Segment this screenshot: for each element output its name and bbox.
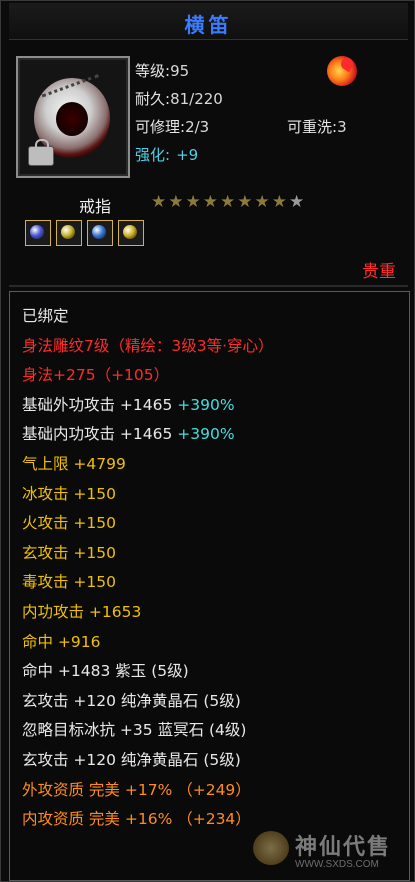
attribute-text: 命中 +916 [22, 632, 101, 651]
blue-gem-icon[interactable] [25, 220, 51, 246]
attribute-text: 玄攻击 +150 [22, 543, 116, 562]
item-icon-frame[interactable] [16, 56, 130, 178]
star-icon: ★ [289, 192, 305, 212]
attribute-line: 基础内功攻击 +1465 +390% [22, 422, 235, 444]
attribute-line: 玄攻击 +150 [22, 541, 116, 563]
watermark-text: 神仙代售 [295, 835, 392, 860]
watermark-logo-icon [253, 831, 289, 865]
level-stat: 等级:95 [135, 60, 189, 81]
attribute-text: 冰攻击 +150 [22, 484, 116, 503]
attribute-line: 气上限 +4799 [22, 452, 126, 474]
attribute-line: 内攻资质 完美 +16% （+234） [22, 807, 251, 829]
attribute-text: 身法雕纹7级（精绘：3级3等·穿心） [22, 336, 274, 355]
attribute-text: 基础内功攻击 +1465 [22, 425, 178, 444]
gem-sockets [25, 220, 144, 246]
attribute-line: 外攻资质 完美 +17% （+249） [22, 778, 251, 800]
attribute-line: 身法+275（+105） [22, 363, 169, 385]
yellow-gem-icon[interactable] [56, 220, 82, 246]
divider [9, 285, 408, 287]
star-icon: ★ [202, 192, 218, 212]
star-icon: ★ [237, 192, 253, 212]
attribute-line: 命中 +916 [22, 630, 101, 652]
star-icon: ★ [151, 192, 167, 212]
attribute-line: 内功攻击 +1653 [22, 600, 141, 622]
durability-stat: 耐久:81/220 [135, 88, 223, 109]
item-summary: 等级:95 耐久:81/220 可修理:2/3 可重洗:3 强化: +9 [9, 46, 408, 186]
attribute-line: 火攻击 +150 [22, 511, 116, 533]
attribute-text: 命中 +1483 紫玉 (5级) [22, 662, 189, 681]
attribute-line: 冰攻击 +150 [22, 482, 116, 504]
attribute-text: 玄攻击 +120 纯净黄晶石 (5级) [22, 691, 241, 710]
watermark-url: WWW.SXDS.COM [295, 859, 379, 870]
blue-gem-icon[interactable] [87, 220, 113, 246]
attribute-text: 基础外功攻击 +1465 [22, 395, 178, 414]
star-icon: ★ [185, 192, 201, 212]
attribute-line: 身法雕纹7级（精绘：3级3等·穿心） [22, 334, 274, 356]
star-rating: ★ ★ ★ ★ ★ ★ ★ ★ ★ [151, 193, 304, 213]
level-value: 95 [170, 62, 190, 80]
rewash-stat: 可重洗:3 [287, 116, 347, 137]
attribute-line: 忽略目标冰抗 +35 蓝冥石 (4级) [22, 718, 246, 740]
repairable-stat: 可修理:2/3 [135, 116, 209, 137]
repairable-label: 可修理: [135, 118, 186, 136]
attribute-list: 已绑定身法雕纹7级（精绘：3级3等·穿心） 身法+275（+105） 基础外功攻击 … [9, 291, 410, 881]
attribute-line: 玄攻击 +120 纯净黄晶石 (5级) [22, 748, 241, 770]
level-label: 等级: [135, 62, 171, 80]
star-icon: ★ [220, 192, 236, 212]
attribute-text: 忽略目标冰抗 +35 蓝冥石 (4级) [22, 721, 247, 740]
attribute-line: 毒攻击 +150 [22, 570, 116, 592]
rewash-value: 3 [337, 118, 347, 136]
star-icon: ★ [271, 192, 287, 212]
item-tooltip: 横笛 等级:95 耐久:81/220 可修理:2/3 可重洗:3 强化: +9 戒… [0, 0, 415, 882]
attribute-text: 身法+275（+105） [22, 366, 170, 385]
star-icon: ★ [254, 192, 270, 212]
attribute-text: 内攻资质 完美 +16% （+234） [22, 810, 251, 829]
repairable-value: 2/3 [185, 118, 210, 136]
attribute-text: 内功攻击 +1653 [22, 603, 142, 621]
watermark: 神仙代售 WWW.SXDS.COM [253, 827, 413, 879]
tooltip-titlebar: 横笛 [9, 3, 408, 40]
attribute-text: 气上限 +4799 [22, 455, 126, 473]
attribute-text: 外攻资质 完美 +17% （+249） [22, 780, 251, 799]
fire-orb-icon [327, 56, 357, 86]
attribute-line: 基础外功攻击 +1465 +390% [22, 393, 235, 415]
enhance-label: 强化: [135, 146, 171, 164]
durability-label: 耐久: [135, 90, 171, 108]
attribute-text: 玄攻击 +120 纯净黄晶石 (5级) [22, 751, 241, 769]
attribute-line: 玄攻击 +120 纯净黄晶石 (5级) [22, 689, 241, 711]
enhance-value: +9 [176, 146, 199, 164]
enhance-stat: 强化: +9 [135, 144, 198, 165]
rewash-label: 可重洗: [287, 118, 338, 136]
attribute-line: 命中 +1483 紫玉 (5级) [22, 659, 189, 681]
star-icon: ★ [168, 192, 184, 212]
rarity-label: 贵重 [362, 262, 396, 282]
attribute-text: +390% [177, 395, 235, 414]
attribute-text: 毒攻击 +150 [22, 573, 116, 592]
attribute-text: +390% [177, 425, 235, 444]
durability-value: 81/220 [170, 90, 223, 108]
lock-icon [28, 139, 54, 166]
attribute-line: 已绑定 [22, 304, 69, 326]
item-title: 横笛 [184, 13, 233, 37]
item-type: 戒指 [79, 197, 112, 216]
attribute-text: 火攻击 +150 [22, 514, 116, 533]
attribute-text: 已绑定 [22, 307, 69, 325]
yellow-gem-icon[interactable] [118, 220, 144, 246]
